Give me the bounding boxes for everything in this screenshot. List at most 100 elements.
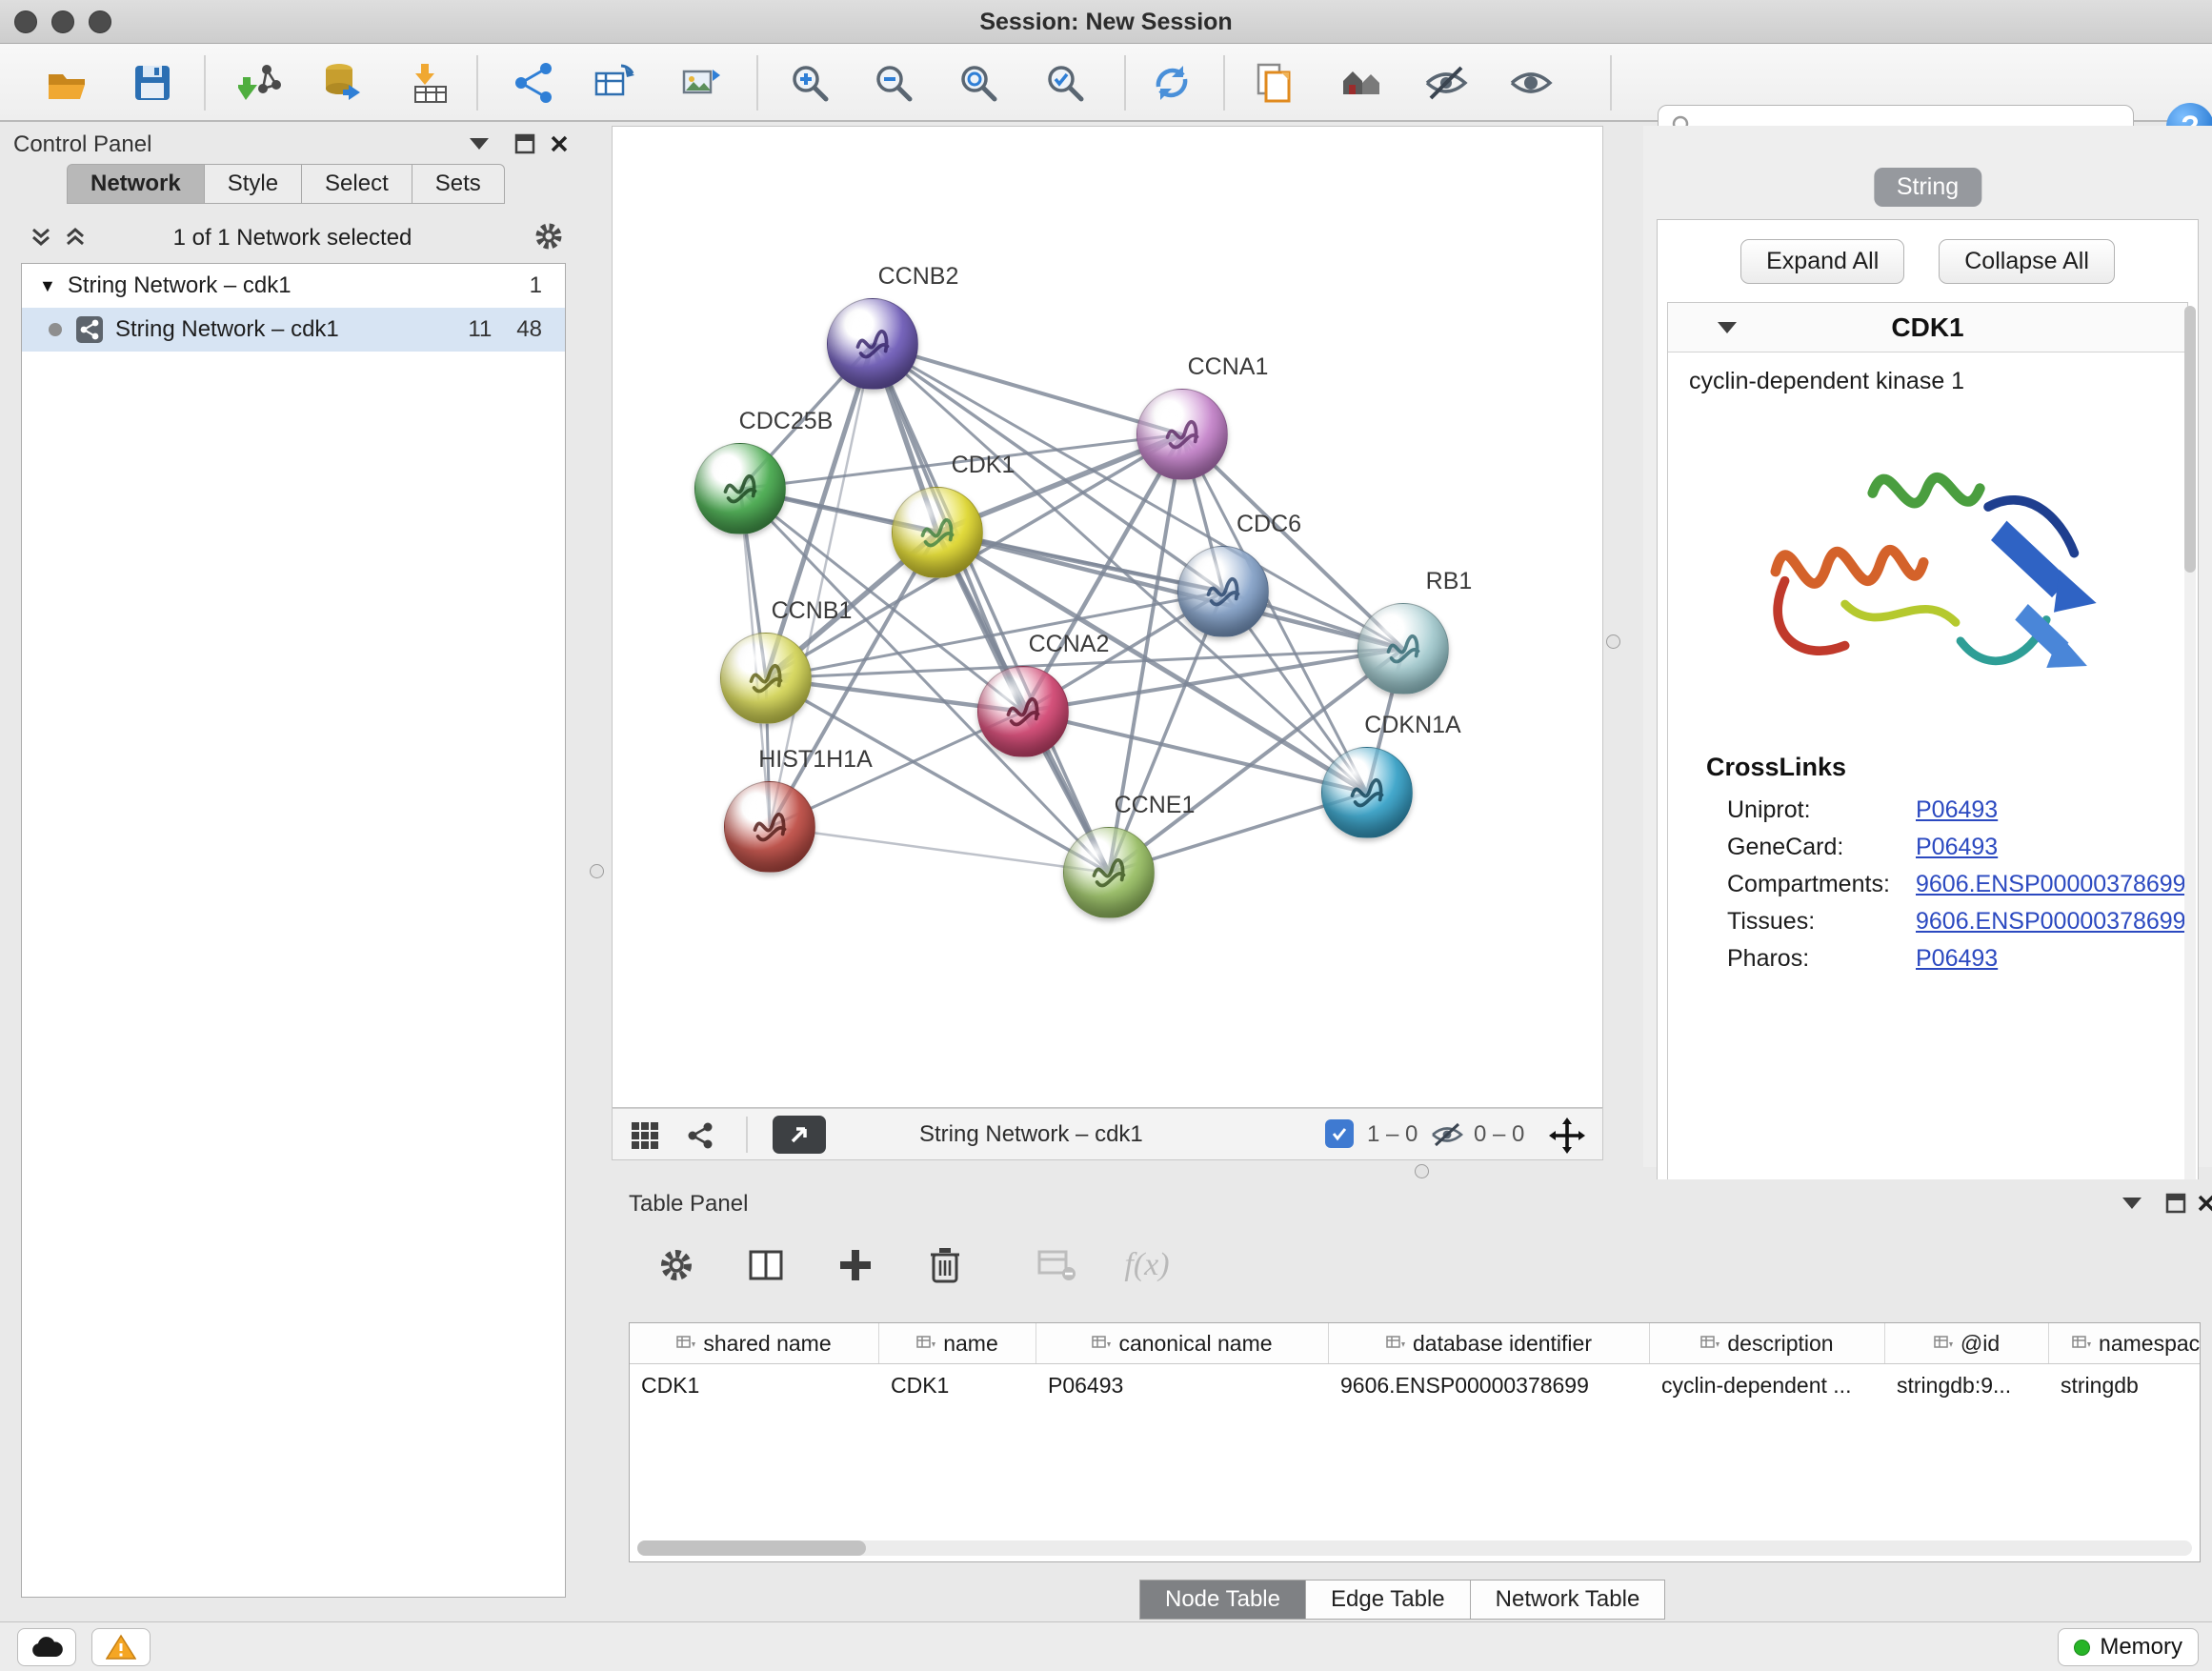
tab-node-table[interactable]: Node Table <box>1139 1580 1306 1620</box>
tab-string[interactable]: String <box>1874 168 1981 207</box>
open-session-icon[interactable] <box>40 56 93 110</box>
refresh-icon[interactable] <box>1145 56 1198 110</box>
table-cell[interactable]: CDK1 <box>879 1364 1036 1406</box>
network-collection-row[interactable]: ▼ String Network – cdk1 1 <box>22 264 565 308</box>
hidden-eye-icon[interactable] <box>1430 1120 1464 1149</box>
bottom-splitter-handle[interactable] <box>1415 1164 1429 1178</box>
delete-column-trash-icon[interactable] <box>918 1238 972 1292</box>
network-row[interactable]: String Network – cdk1 11 48 <box>22 308 565 352</box>
save-session-icon[interactable] <box>126 56 179 110</box>
collapse-panel-icon[interactable] <box>467 131 492 156</box>
float-panel-icon[interactable] <box>513 131 537 156</box>
crosslink-genecard-link[interactable]: P06493 <box>1916 834 1998 861</box>
column-header-description[interactable]: description <box>1650 1323 1885 1363</box>
hide-eye-icon[interactable] <box>1419 56 1473 110</box>
float-table-icon[interactable] <box>2163 1191 2188 1216</box>
crosslink-tissues-link[interactable]: 9606.ENSP00000378699 <box>1916 908 2186 936</box>
column-header-namespace[interactable]: namespace <box>2049 1323 2201 1363</box>
grid-view-icon[interactable] <box>630 1120 660 1151</box>
crosslink-uniprot-link[interactable]: P06493 <box>1916 796 1998 824</box>
cloud-status-button[interactable] <box>17 1628 76 1666</box>
tab-edge-table[interactable]: Edge Table <box>1306 1580 1471 1620</box>
tree-expand-icon[interactable]: ▼ <box>22 276 68 296</box>
tab-style[interactable]: Style <box>205 164 302 204</box>
network-node-ccnb2[interactable] <box>827 298 918 390</box>
column-sort-icon <box>1386 1335 1405 1352</box>
network-node-ccna2[interactable] <box>977 666 1069 757</box>
tab-network-table[interactable]: Network Table <box>1471 1580 1666 1620</box>
tab-sets[interactable]: Sets <box>412 164 505 204</box>
column-header-canonical-name[interactable]: canonical name <box>1036 1323 1329 1363</box>
table-horizontal-scrollbar[interactable] <box>637 1540 2192 1556</box>
zoom-in-icon[interactable] <box>783 56 836 110</box>
column-header-shared-name[interactable]: shared name <box>630 1323 879 1363</box>
gear-icon[interactable] <box>533 221 564 252</box>
memory-button[interactable]: Memory <box>2058 1628 2199 1666</box>
add-column-icon[interactable] <box>829 1238 882 1292</box>
network-list-icon[interactable] <box>685 1120 715 1151</box>
node-table: shared namenamecanonical namedatabase id… <box>629 1322 2201 1562</box>
protein-thumbnail-icon <box>990 682 1056 741</box>
results-scrollbar[interactable] <box>2184 306 2196 1249</box>
network-node-ccna1[interactable] <box>1136 389 1228 480</box>
birdseye-button[interactable] <box>773 1116 826 1154</box>
export-image-icon[interactable] <box>674 56 728 110</box>
table-cell[interactable]: stringdb <box>2049 1364 2201 1406</box>
right-splitter-handle[interactable] <box>1606 634 1620 649</box>
crosslink-compartments-link[interactable]: 9606.ENSP00000378699 <box>1916 871 2186 898</box>
collapse-all-button[interactable]: Collapse All <box>1939 239 2115 284</box>
tab-network[interactable]: Network <box>67 164 205 204</box>
tab-select[interactable]: Select <box>302 164 412 204</box>
zoom-fit-icon[interactable] <box>952 56 1005 110</box>
table-cell[interactable]: cyclin-dependent ... <box>1650 1364 1885 1406</box>
crosslink-pharos-link[interactable]: P06493 <box>1916 945 1998 973</box>
home-icon[interactable] <box>1336 56 1389 110</box>
close-panel-icon[interactable] <box>547 131 572 156</box>
protein-thumbnail-icon <box>1190 562 1257 621</box>
expand-all-button[interactable]: Expand All <box>1740 239 1904 284</box>
cdk1-section-header[interactable]: CDK1 <box>1668 303 2187 352</box>
column-header-name[interactable]: name <box>879 1323 1036 1363</box>
table-panel: Table Panel f(x) shared namenamecanonica… <box>612 1179 2212 1621</box>
network-node-cdc25b[interactable] <box>694 443 786 534</box>
section-collapse-icon[interactable] <box>1718 322 1737 333</box>
network-node-cdk1[interactable] <box>892 487 983 578</box>
network-table-icon[interactable] <box>589 56 642 110</box>
share-network-icon[interactable] <box>507 56 560 110</box>
column-header--id[interactable]: @id <box>1885 1323 2049 1363</box>
show-eye-icon[interactable] <box>1504 56 1558 110</box>
column-header-database-identifier[interactable]: database identifier <box>1329 1323 1650 1363</box>
selected-checkbox-icon[interactable] <box>1325 1119 1354 1148</box>
table-settings-gear-icon[interactable] <box>650 1238 703 1292</box>
table-cell[interactable]: 9606.ENSP00000378699 <box>1329 1364 1650 1406</box>
table-cell[interactable]: CDK1 <box>630 1364 879 1406</box>
network-node-cdkn1a[interactable] <box>1321 747 1413 838</box>
network-node-cdc6[interactable] <box>1177 546 1269 637</box>
zoom-out-icon[interactable] <box>867 56 920 110</box>
protein-thumbnail-icon <box>736 797 803 856</box>
protein-thumbnail-icon <box>1370 619 1437 678</box>
left-splitter-handle[interactable] <box>590 864 604 878</box>
network-node-ccne1[interactable] <box>1063 827 1155 918</box>
table-row[interactable]: CDK1CDK1P064939606.ENSP00000378699cyclin… <box>630 1364 2200 1406</box>
copy-document-icon[interactable] <box>1248 56 1301 110</box>
table-cell[interactable]: P06493 <box>1036 1364 1329 1406</box>
import-network-database-icon[interactable] <box>316 56 370 110</box>
network-node-ccnb1[interactable] <box>720 633 812 724</box>
pan-crosshair-icon[interactable] <box>1548 1117 1586 1155</box>
show-columns-icon[interactable] <box>739 1238 793 1292</box>
network-view-toolbar: String Network – cdk1 1 – 0 0 – 0 <box>612 1108 1603 1160</box>
close-table-icon[interactable] <box>2194 1191 2212 1216</box>
import-network-file-icon[interactable] <box>234 56 288 110</box>
cloud-icon <box>30 1636 64 1659</box>
import-table-icon[interactable] <box>404 56 457 110</box>
warning-status-button[interactable] <box>91 1628 151 1666</box>
zoom-selected-icon[interactable] <box>1038 56 1092 110</box>
network-nodes: CCNB2CCNA1CDC25BCDK1CDC6RB1CCNB1CCNA2CDK… <box>613 127 1602 1107</box>
network-canvas[interactable]: CCNB2CCNA1CDC25BCDK1CDC6RB1CCNB1CCNA2CDK… <box>612 126 1603 1108</box>
collapse-table-icon[interactable] <box>2120 1191 2144 1216</box>
network-node-hist1h1a[interactable] <box>724 781 815 873</box>
table-header-row: shared namenamecanonical namedatabase id… <box>630 1323 2200 1364</box>
table-cell[interactable]: stringdb:9... <box>1885 1364 2049 1406</box>
network-node-rb1[interactable] <box>1357 603 1449 695</box>
